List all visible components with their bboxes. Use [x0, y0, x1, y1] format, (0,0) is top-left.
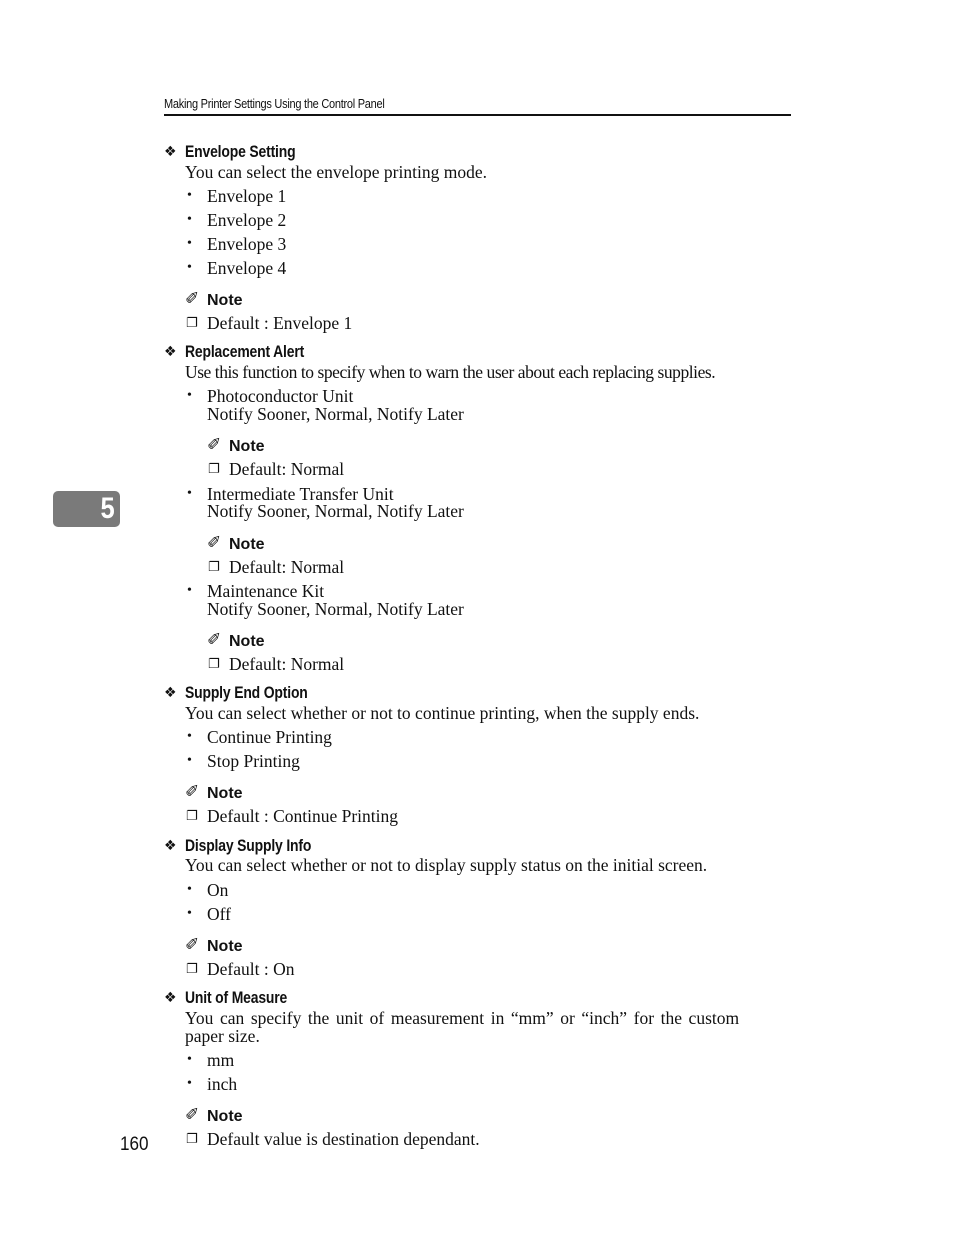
note-text: Default: Normal: [229, 557, 345, 577]
page-number: 160: [120, 1134, 149, 1155]
checkbox-icon: ❐: [186, 316, 198, 331]
checkbox-icon: ❐: [186, 962, 198, 977]
diamond-bullet-icon: ❖: [164, 144, 177, 160]
pencil-icon: ✐: [207, 435, 222, 455]
note-text: Default : Envelope 1: [207, 313, 353, 333]
note-text: Default: Normal: [229, 654, 345, 674]
section-description: Use this function to specify when to war…: [185, 362, 716, 382]
note-label: Note: [207, 785, 243, 802]
bullet-icon: •: [187, 1052, 192, 1067]
note-label: Note: [207, 938, 243, 955]
diamond-bullet-icon: ❖: [164, 344, 177, 360]
checkbox-icon: ❐: [208, 657, 220, 672]
option-item: Envelope 1: [207, 186, 287, 206]
note-text: Default : Continue Printing: [207, 806, 399, 826]
bullet-icon: •: [187, 729, 192, 744]
pencil-icon: ✐: [207, 630, 222, 650]
header-divider: [164, 114, 791, 116]
checkbox-icon: ❐: [186, 809, 198, 824]
option-item: Envelope 3: [207, 234, 287, 254]
section-title: Supply End Option: [185, 683, 308, 702]
section-description: You can select whether or not to continu…: [185, 703, 700, 723]
header-title: Making Printer Settings Using the Contro…: [164, 97, 385, 111]
option-item: Off: [207, 904, 231, 924]
section-description: You can specify the unit of measurement …: [185, 1008, 740, 1028]
diamond-bullet-icon: ❖: [164, 685, 177, 701]
chapter-tab: 5: [53, 491, 120, 527]
pencil-icon: ✐: [185, 1105, 200, 1125]
section-title: Envelope Setting: [185, 142, 296, 161]
note-label: Note: [229, 438, 265, 455]
bullet-icon: •: [187, 236, 192, 251]
chapter-number: 5: [100, 492, 115, 525]
bullet-icon: •: [187, 906, 192, 921]
section-description-cont: paper size.: [185, 1026, 260, 1046]
checkbox-icon: ❐: [208, 462, 220, 477]
item-values: Notify Sooner, Normal, Notify Later: [207, 404, 464, 424]
checkbox-icon: ❐: [208, 560, 220, 575]
note-text: Default: Normal: [229, 459, 345, 479]
note-label: Note: [229, 633, 265, 650]
bullet-icon: •: [187, 188, 192, 203]
bullet-icon: •: [187, 388, 192, 403]
option-item: On: [207, 880, 229, 900]
item-values: Notify Sooner, Normal, Notify Later: [207, 501, 464, 521]
note-text: Default value is destination dependant.: [207, 1129, 480, 1149]
option-item: Envelope 4: [207, 258, 287, 278]
option-item: mm: [207, 1050, 235, 1070]
bullet-icon: •: [187, 260, 192, 275]
option-item: Envelope 2: [207, 210, 287, 230]
note-label: Note: [207, 292, 243, 309]
section-title: Unit of Measure: [185, 988, 288, 1007]
pencil-icon: ✐: [185, 935, 200, 955]
note-label: Note: [229, 536, 265, 553]
bullet-icon: •: [187, 212, 192, 227]
checkbox-icon: ❐: [186, 1132, 198, 1147]
option-item: inch: [207, 1074, 238, 1094]
bullet-icon: •: [187, 1076, 192, 1091]
pencil-icon: ✐: [185, 782, 200, 802]
section-description: You can select whether or not to display…: [185, 855, 708, 875]
section-description: You can select the envelope printing mod…: [185, 162, 487, 182]
bullet-icon: •: [187, 882, 192, 897]
section-title: Display Supply Info: [185, 836, 312, 855]
note-text: Default : On: [207, 959, 295, 979]
item-values: Notify Sooner, Normal, Notify Later: [207, 599, 464, 619]
note-label: Note: [207, 1108, 243, 1125]
bullet-icon: •: [187, 753, 192, 768]
bullet-icon: •: [187, 583, 192, 598]
pencil-icon: ✐: [185, 289, 200, 309]
option-item: Stop Printing: [207, 751, 300, 771]
diamond-bullet-icon: ❖: [164, 990, 177, 1006]
diamond-bullet-icon: ❖: [164, 838, 177, 854]
section-title: Replacement Alert: [185, 342, 305, 361]
bullet-icon: •: [187, 486, 192, 501]
option-item: Continue Printing: [207, 727, 332, 747]
pencil-icon: ✐: [207, 533, 222, 553]
